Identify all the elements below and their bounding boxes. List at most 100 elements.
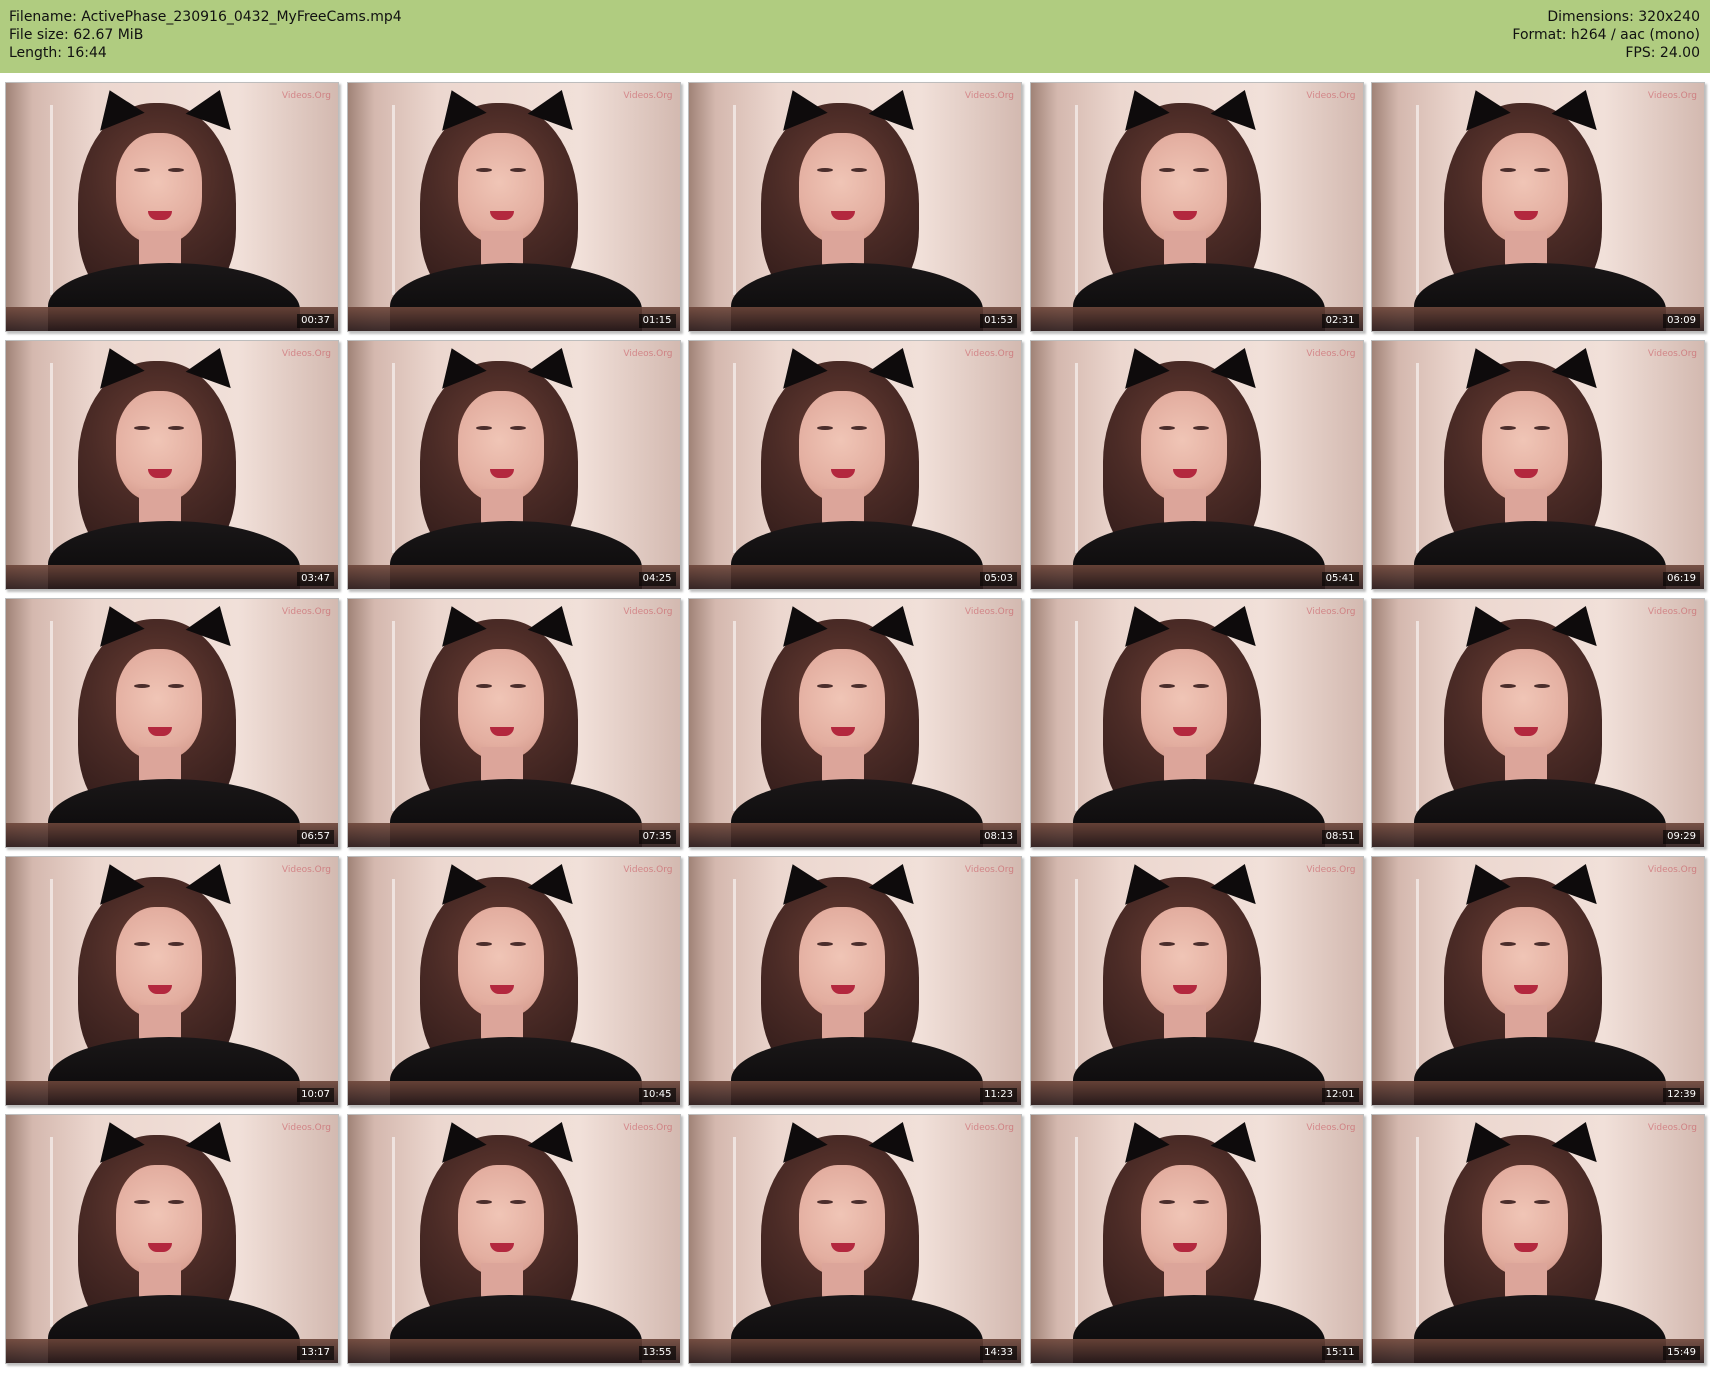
- video-watermark: Videos.Org: [623, 91, 673, 101]
- person-face-shape: [457, 391, 544, 501]
- lips: [148, 985, 172, 994]
- lips: [1172, 469, 1197, 478]
- thumbnail-timestamp: 01:15: [638, 314, 676, 328]
- wall-highlight: [391, 621, 395, 811]
- video-thumbnail: Videos.Org 13:17: [5, 1114, 339, 1364]
- video-watermark: Videos.Org: [623, 865, 673, 875]
- eye-right: [168, 426, 184, 430]
- eye-right: [1534, 1200, 1550, 1204]
- floor-shape: [347, 307, 680, 331]
- person-face-shape: [799, 907, 885, 1017]
- lips: [148, 211, 172, 220]
- video-thumbnail: Videos.Org 10:45: [346, 856, 681, 1106]
- eye-right: [1192, 1200, 1209, 1204]
- video-watermark: Videos.Org: [623, 607, 673, 617]
- eye-right: [1534, 684, 1550, 688]
- floor-shape: [1372, 823, 1704, 847]
- wall-highlight: [391, 363, 395, 553]
- fps-label: FPS: 24.00: [1625, 45, 1700, 61]
- video-watermark: Videos.Org: [281, 91, 331, 101]
- video-watermark: Videos.Org: [964, 91, 1014, 101]
- wall-highlight: [733, 105, 736, 295]
- lips: [489, 211, 514, 220]
- thumbnail-timestamp: 06:57: [297, 830, 334, 844]
- eye-left: [817, 168, 833, 172]
- format-label: Format: h264 / aac (mono): [1512, 27, 1700, 43]
- eye-left: [134, 684, 150, 688]
- video-thumbnail: Videos.Org 03:09: [1371, 82, 1705, 332]
- thumbnail-grid: Videos.Org 00:37 Videos.Org 01:15 Videos: [5, 82, 1705, 1368]
- person-face-shape: [116, 1165, 202, 1275]
- eye-left: [475, 1200, 492, 1204]
- video-thumbnail: Videos.Org 08:13: [688, 598, 1022, 848]
- person-face-shape: [799, 391, 885, 501]
- wall-highlight: [391, 105, 395, 295]
- wall-highlight: [1416, 105, 1419, 295]
- thumbnail-timestamp: 01:53: [980, 314, 1017, 328]
- eye-left: [1158, 684, 1175, 688]
- dimensions-label: Dimensions: 320x240: [1547, 9, 1700, 25]
- floor-shape: [689, 307, 1021, 331]
- wall-highlight: [733, 363, 736, 553]
- floor-shape: [1030, 823, 1363, 847]
- floor-shape: [689, 1339, 1021, 1363]
- eye-left: [475, 942, 492, 946]
- thumbnail-timestamp: 13:55: [638, 1346, 676, 1360]
- video-thumbnail: Videos.Org 11:23: [688, 856, 1022, 1106]
- person-face-shape: [1482, 391, 1568, 501]
- video-watermark: Videos.Org: [1306, 1123, 1356, 1133]
- video-thumbnail: Videos.Org 14:33: [688, 1114, 1022, 1364]
- person-face-shape: [1482, 649, 1568, 759]
- eye-left: [817, 684, 833, 688]
- video-thumbnail: Videos.Org 01:53: [688, 82, 1022, 332]
- thumbnail-timestamp: 12:01: [1321, 1088, 1359, 1102]
- wall-highlight: [1074, 105, 1078, 295]
- video-watermark: Videos.Org: [1306, 607, 1356, 617]
- eye-left: [475, 168, 492, 172]
- lips: [489, 985, 514, 994]
- thumbnail-timestamp: 02:31: [1321, 314, 1359, 328]
- wall-highlight: [50, 1137, 53, 1327]
- person-face-shape: [1482, 1165, 1568, 1275]
- lips: [831, 211, 855, 220]
- floor-shape: [6, 307, 338, 331]
- person-face-shape: [1482, 907, 1568, 1017]
- person-face-shape: [457, 907, 544, 1017]
- video-watermark: Videos.Org: [1647, 607, 1697, 617]
- video-watermark: Videos.Org: [281, 1123, 331, 1133]
- video-watermark: Videos.Org: [964, 349, 1014, 359]
- thumbnail-timestamp: 03:47: [297, 572, 334, 586]
- wall-highlight: [1416, 363, 1419, 553]
- eye-left: [817, 426, 833, 430]
- thumbnail-timestamp: 08:13: [980, 830, 1017, 844]
- thumbnail-timestamp: 11:23: [980, 1088, 1017, 1102]
- thumbnail-timestamp: 06:19: [1663, 572, 1700, 586]
- lips: [489, 727, 514, 736]
- video-watermark: Videos.Org: [1306, 349, 1356, 359]
- video-watermark: Videos.Org: [1647, 349, 1697, 359]
- video-watermark: Videos.Org: [281, 607, 331, 617]
- wall-highlight: [733, 1137, 736, 1327]
- wall-highlight: [1074, 879, 1078, 1069]
- floor-shape: [1372, 565, 1704, 589]
- thumbnail-timestamp: 07:35: [638, 830, 676, 844]
- filename-label: Filename: ActivePhase_230916_0432_MyFree…: [9, 9, 402, 25]
- eye-right: [168, 1200, 184, 1204]
- video-thumbnail: Videos.Org 13:55: [346, 1114, 681, 1364]
- eye-right: [1534, 942, 1550, 946]
- thumbnail-timestamp: 05:41: [1321, 572, 1359, 586]
- lips: [1514, 727, 1538, 736]
- eye-left: [134, 168, 150, 172]
- file-size-label: File size: 62.67 MiB: [9, 27, 144, 43]
- floor-shape: [347, 565, 680, 589]
- eye-right: [509, 1200, 526, 1204]
- eye-left: [1500, 684, 1516, 688]
- eye-right: [851, 942, 867, 946]
- wall-highlight: [1416, 621, 1419, 811]
- person-face-shape: [116, 391, 202, 501]
- eye-left: [1158, 942, 1175, 946]
- video-info-header: Filename: ActivePhase_230916_0432_MyFree…: [0, 0, 1710, 73]
- eye-right: [509, 684, 526, 688]
- person-face-shape: [799, 133, 885, 243]
- video-thumbnail: Videos.Org 07:35: [346, 598, 681, 848]
